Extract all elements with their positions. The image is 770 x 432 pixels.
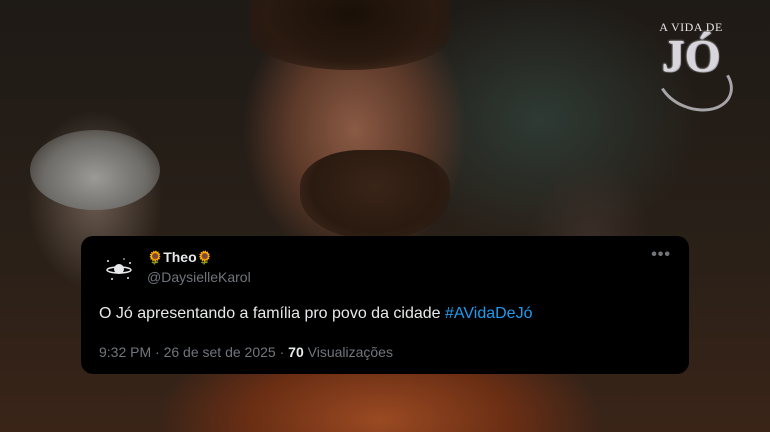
man-beard <box>300 150 450 240</box>
tweet-date[interactable]: 26 de set de 2025 <box>164 344 276 360</box>
tweet-body: O Jó apresentando a família pro povo da … <box>99 305 445 322</box>
sunflower-icon: 🌻 <box>147 250 164 265</box>
user-handle[interactable]: @DaysielleKarol <box>147 269 251 285</box>
avatar[interactable] <box>99 250 139 290</box>
display-name[interactable]: 🌻Theo🌻 <box>147 249 213 266</box>
views-label: Visualizações <box>307 344 393 360</box>
sunflower-icon: 🌻 <box>196 250 213 265</box>
meta-separator: · <box>155 344 160 360</box>
more-icon[interactable]: ••• <box>651 246 671 264</box>
display-name-text: Theo <box>163 249 197 265</box>
tweet-text: O Jó apresentando a família pro povo da … <box>99 305 532 323</box>
tweet-time[interactable]: 9:32 PM <box>99 344 151 360</box>
man-hair <box>250 0 450 70</box>
background-person <box>30 130 160 210</box>
show-logo: A VIDA DE JÓ <box>636 20 746 122</box>
tweet-card[interactable]: 🌻Theo🌻 @DaysielleKarol ••• O Jó apresent… <box>81 236 689 374</box>
avatar-icon <box>106 258 132 280</box>
tweet-meta: 9:32 PM · 26 de set de 2025 · 70 Visuali… <box>99 344 393 360</box>
hashtag-link[interactable]: #AVidaDeJó <box>445 305 532 322</box>
views-count: 70 <box>288 344 304 360</box>
meta-separator: · <box>279 344 285 360</box>
